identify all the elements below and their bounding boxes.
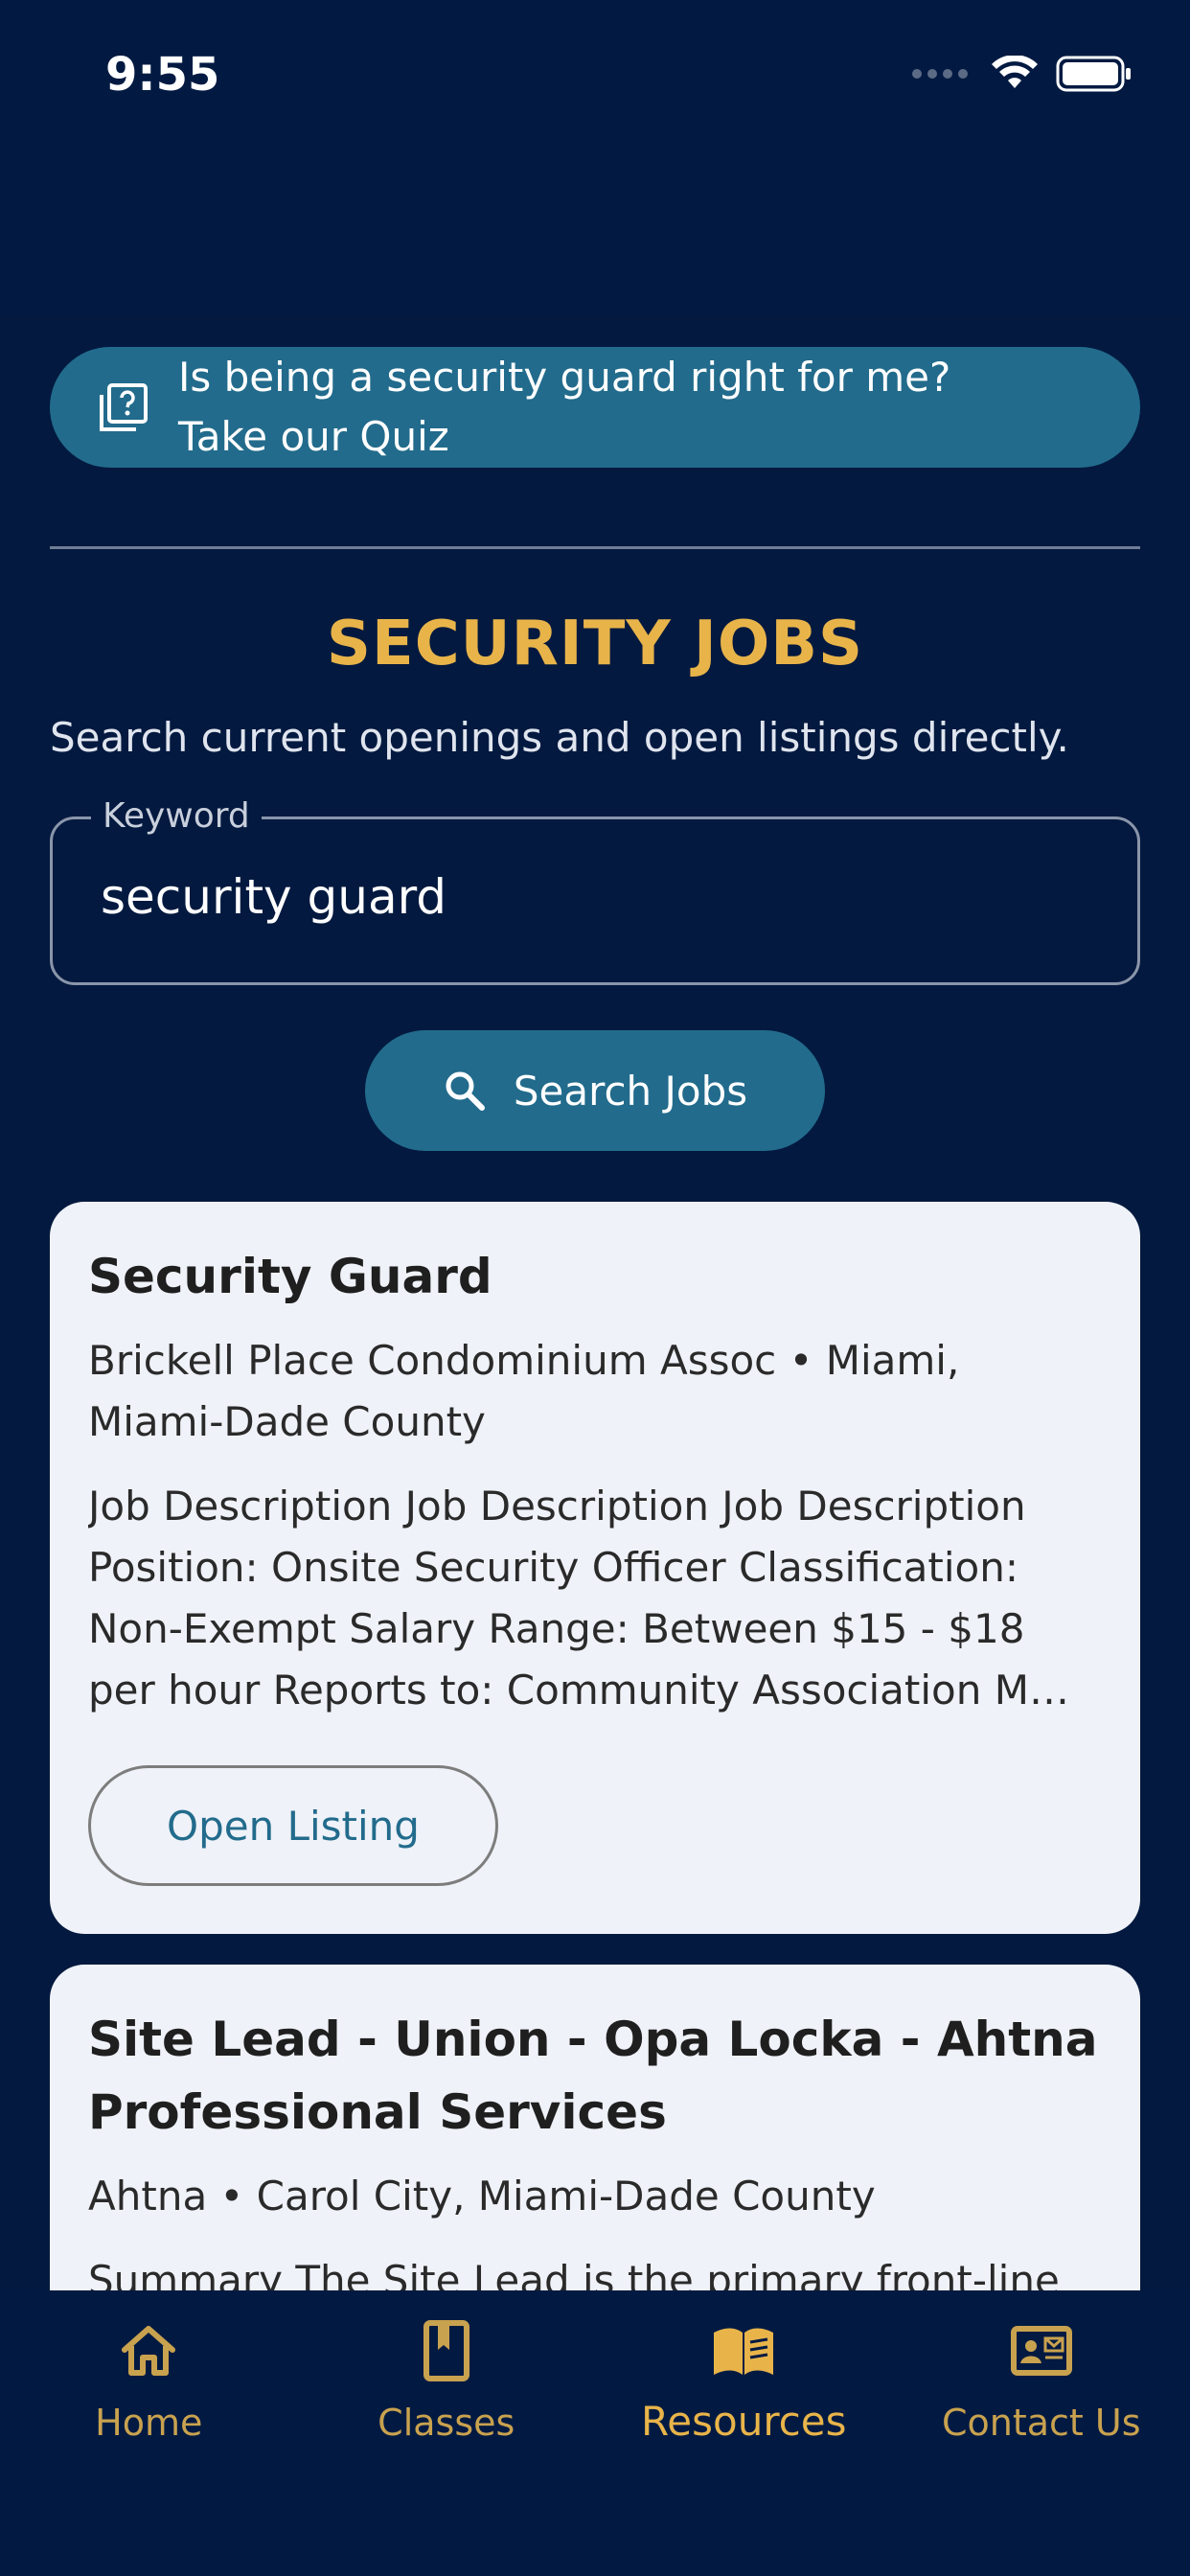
search-jobs-label: Search Jobs xyxy=(513,1067,748,1115)
open-listing-button[interactable]: Open Listing xyxy=(88,1765,498,1886)
bottom-nav: Home Classes Resources Contact Us xyxy=(0,2292,1190,2576)
status-time: 9:55 xyxy=(105,48,220,102)
job-meta: Brickell Place Condominium Assoc • Miami… xyxy=(88,1337,960,1445)
nav-label: Resources xyxy=(641,2398,847,2445)
divider xyxy=(50,546,1140,549)
nav-item-resources[interactable]: Resources xyxy=(595,2292,893,2576)
quiz-banner-button[interactable]: Is being a security guard right for me? … xyxy=(50,347,1140,468)
job-meta: Ahtna • Carol City, Miami-Dade County xyxy=(88,2173,876,2220)
job-card: Site Lead - Union - Opa Locka - Ahtna Pr… xyxy=(50,1965,1140,2290)
resources-content[interactable]: Is being a security guard right for me? … xyxy=(0,316,1190,2290)
battery-icon xyxy=(1056,56,1131,92)
header-band xyxy=(0,153,1190,316)
section-subtitle: Search current openings and open listing… xyxy=(50,714,1069,761)
open-book-icon xyxy=(714,2328,774,2375)
quiz-banner-line2: Take our Quiz xyxy=(178,413,449,460)
job-description: Summary The Site Lead is the primary fro… xyxy=(88,2257,1060,2290)
search-icon xyxy=(446,1071,485,1111)
job-title: Security Guard xyxy=(88,1249,492,1304)
keyword-input[interactable] xyxy=(101,869,1059,925)
job-title: Site Lead - Union - Opa Locka - Ahtna Pr… xyxy=(88,2012,1098,2140)
status-bar: 9:55 xyxy=(0,0,1190,153)
quiz-banner-line1: Is being a security guard right for me? xyxy=(178,354,951,401)
signal-icon xyxy=(912,69,968,79)
keyword-field[interactable]: Keyword xyxy=(50,796,1140,985)
section-title: SECURITY JOBS xyxy=(326,609,864,679)
book-icon xyxy=(423,2320,469,2381)
home-icon xyxy=(122,2326,176,2376)
job-card: Security Guard Brickell Place Condominiu… xyxy=(50,1202,1140,1934)
job-description: Job Description Job Description Job Desc… xyxy=(88,1483,1069,1714)
nav-item-contact-us[interactable]: Contact Us xyxy=(893,2292,1190,2576)
nav-label: Classes xyxy=(378,2402,515,2444)
contact-card-icon xyxy=(1010,2326,1072,2376)
nav-item-home[interactable]: Home xyxy=(0,2292,298,2576)
status-icons xyxy=(912,56,1133,92)
quiz-banner-text: Is being a security guard right for me? … xyxy=(178,348,950,467)
nav-label: Contact Us xyxy=(941,2402,1141,2444)
nav-label: Home xyxy=(95,2402,203,2444)
nav-item-classes[interactable]: Classes xyxy=(298,2292,596,2576)
quiz-icon xyxy=(100,383,148,431)
search-jobs-button[interactable]: Search Jobs xyxy=(365,1030,825,1151)
wifi-icon xyxy=(992,56,1038,88)
keyword-label: Keyword xyxy=(91,796,262,836)
open-listing-label: Open Listing xyxy=(167,1802,420,1850)
